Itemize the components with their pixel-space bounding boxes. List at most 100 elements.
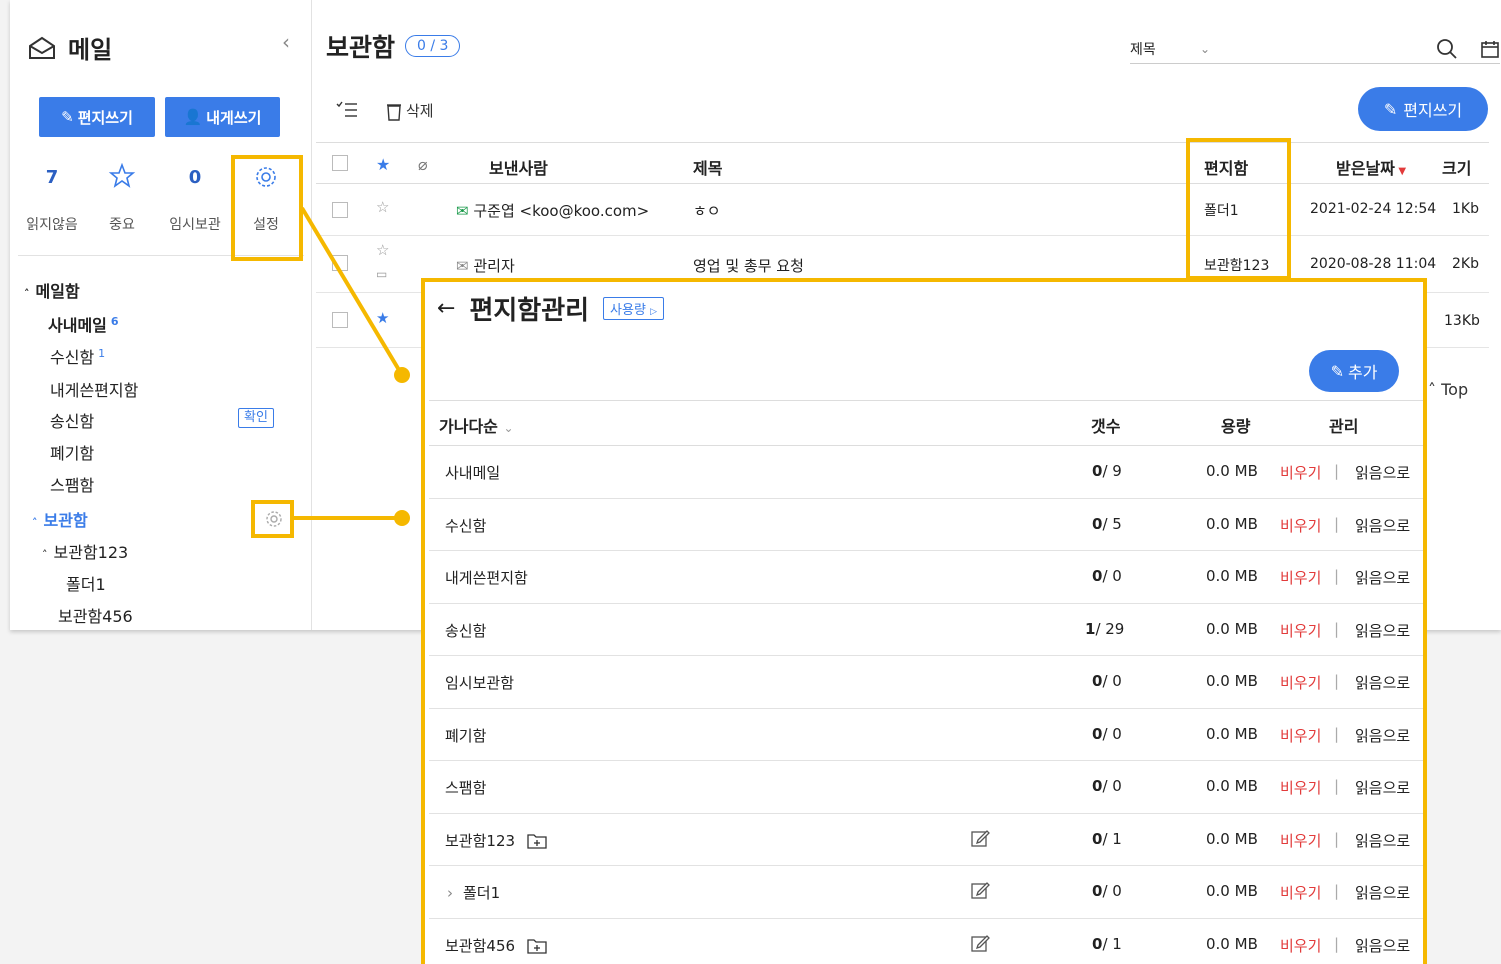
mark-read-link[interactable]: 읽음으로	[1355, 620, 1410, 641]
empty-folder-link[interactable]: 비우기	[1280, 567, 1321, 588]
folder-row[interactable]: 폐기함 0/ 0 0.0 MB 비우기 | 읽음으로	[429, 709, 1423, 761]
folder-name[interactable]: 폐기함	[445, 725, 486, 746]
scroll-top-link[interactable]: ˄ Top	[1428, 380, 1468, 399]
folder-row[interactable]: 송신함 1/ 29 0.0 MB 비우기 | 읽음으로	[429, 604, 1423, 656]
folder-row[interactable]: 보관함456 0/ 1 0.0 MB 비우기 | 읽음으로	[429, 919, 1423, 964]
folder-name[interactable]: 송신함	[445, 620, 486, 641]
mark-read-link[interactable]: 읽음으로	[1355, 462, 1410, 483]
folder-row[interactable]: › 폴더1 0/ 0 0.0 MB 비우기 | 읽음으로	[429, 866, 1423, 919]
sidebar-item-sent[interactable]: 송신함	[50, 408, 94, 432]
sidebar-item-trash[interactable]: 폐기함	[50, 440, 94, 464]
mark-read-link[interactable]: 읽음으로	[1355, 515, 1410, 536]
separator: |	[1334, 672, 1340, 690]
empty-folder-link[interactable]: 비우기	[1280, 620, 1321, 641]
add-subfolder-icon[interactable]	[526, 937, 548, 955]
empty-folder-link[interactable]: 비우기	[1280, 882, 1321, 903]
search-field-select[interactable]: 제목	[1130, 39, 1200, 59]
empty-folder-link[interactable]: 비우기	[1280, 830, 1321, 851]
storage-section-header[interactable]: ˄ 보관함	[32, 507, 88, 531]
mail-table-header: ★ ⌀ 보낸사람 제목 편지함 받은날짜 ▼ 크기	[316, 142, 1489, 184]
select-all-checkbox[interactable]	[332, 155, 348, 171]
mark-read-link[interactable]: 읽음으로	[1355, 672, 1410, 693]
sidebar-item-folder1[interactable]: 폴더1	[66, 571, 106, 595]
folder-name[interactable]: 수신함	[445, 515, 486, 536]
row-sender[interactable]: ✉ 구준엽 <koo@koo.com>	[456, 200, 649, 221]
delete-button[interactable]: 삭제	[386, 100, 434, 121]
select-list-icon[interactable]	[336, 100, 358, 120]
folder-row[interactable]: 내게쓴편지함 0/ 0 0.0 MB 비우기 | 읽음으로	[429, 551, 1423, 604]
chevron-right-icon[interactable]: ›	[447, 884, 453, 902]
star-icon[interactable]	[92, 163, 152, 189]
folder-row[interactable]: 수신함 0/ 5 0.0 MB 비우기 | 읽음으로	[429, 499, 1423, 551]
edit-icon[interactable]	[970, 828, 990, 848]
folder-row[interactable]: 스팸함 0/ 0 0.0 MB 비우기 | 읽음으로	[429, 761, 1423, 814]
sidebar-title-label: 메일	[68, 36, 113, 64]
col-subject[interactable]: 제목	[693, 155, 722, 179]
compose-button[interactable]: ✎ 편지쓰기	[39, 97, 155, 137]
confirm-badge[interactable]: 확인	[238, 408, 274, 428]
compose-button-content[interactable]: ✎ 편지쓰기	[1358, 87, 1488, 131]
mark-read-link[interactable]: 읽음으로	[1355, 777, 1410, 798]
empty-folder-link[interactable]: 비우기	[1280, 672, 1321, 693]
mailbox-section-header[interactable]: ˄ 메일함	[24, 278, 80, 302]
calendar-icon[interactable]	[1480, 39, 1500, 59]
empty-folder-link[interactable]: 비우기	[1280, 515, 1321, 536]
folder-name[interactable]: 스팸함	[445, 777, 486, 798]
unread-count-badge: 1	[98, 346, 106, 360]
search-bar[interactable]: 제목 ⌄	[1130, 34, 1500, 64]
folder-name[interactable]: 보관함123	[445, 830, 548, 851]
folder-name[interactable]: 내게쓴편지함	[445, 567, 528, 588]
draft-count[interactable]: 0	[165, 167, 225, 188]
panel-title: 편지함관리	[469, 296, 590, 326]
folder-row[interactable]: 보관함123 0/ 1 0.0 MB 비우기 | 읽음으로	[429, 814, 1423, 866]
sidebar-item-storage-456[interactable]: 보관함456	[58, 603, 133, 627]
attachment-icon[interactable]: ⌀	[418, 155, 428, 174]
folder-size: 0.0 MB	[1206, 829, 1258, 848]
edit-icon[interactable]	[970, 880, 990, 900]
mark-read-link[interactable]: 읽음으로	[1355, 830, 1410, 851]
chevron-up-icon: ˄	[32, 516, 38, 529]
mark-read-link[interactable]: 읽음으로	[1355, 935, 1410, 956]
sidebar-item-inbox[interactable]: 수신함 1	[50, 344, 105, 368]
col-capacity: 용량	[1221, 417, 1251, 436]
folder-name[interactable]: 임시보관함	[445, 672, 514, 693]
mark-read-link[interactable]: 읽음으로	[1355, 882, 1410, 903]
add-folder-button[interactable]: ✎ 추가	[1309, 350, 1399, 392]
star-column-icon[interactable]: ★	[376, 155, 390, 174]
self-compose-button[interactable]: 👤 내게쓰기	[165, 97, 280, 137]
row-subject[interactable]: 영업 및 총무 요청	[693, 255, 804, 276]
sidebar-item-spam[interactable]: 스팸함	[50, 472, 94, 496]
folder-row[interactable]: 사내메일 0/ 9 0.0 MB 비우기 | 읽음으로	[429, 446, 1423, 499]
separator: |	[1334, 724, 1340, 743]
col-size[interactable]: 크기	[1442, 155, 1471, 179]
sidebar-item-company-mail[interactable]: 사내메일 6	[48, 312, 119, 336]
unread-count[interactable]: 7	[22, 167, 82, 188]
folder-count: 0/ 9	[1092, 462, 1122, 480]
row-sender[interactable]: ✉ 관리자	[456, 255, 515, 276]
mark-read-link[interactable]: 읽음으로	[1355, 725, 1410, 746]
row-subject[interactable]: ㅎㅇ	[693, 200, 721, 221]
edit-icon[interactable]	[970, 933, 990, 953]
back-arrow-icon[interactable]: ←	[437, 296, 455, 321]
folder-column-highlight-box	[1186, 138, 1291, 280]
empty-folder-link[interactable]: 비우기	[1280, 935, 1321, 956]
folder-name[interactable]: 보관함456	[445, 935, 548, 956]
sort-select[interactable]: 가나다순 ⌄	[439, 413, 514, 437]
empty-folder-link[interactable]: 비우기	[1280, 777, 1321, 798]
sidebar-item-self-sent[interactable]: 내게쓴편지함	[50, 377, 138, 401]
collapse-sidebar-icon[interactable]: ‹	[282, 30, 290, 54]
search-icon[interactable]	[1436, 38, 1458, 60]
table-row[interactable]: ☆ ✉ 구준엽 <koo@koo.com> ㅎㅇ 폴더1 2021-02-24 …	[316, 184, 1489, 236]
col-sender[interactable]: 보낸사람	[489, 155, 548, 179]
chevron-down-icon[interactable]: ⌄	[1200, 42, 1210, 56]
folder-row[interactable]: 임시보관함 0/ 0 0.0 MB 비우기 | 읽음으로	[429, 656, 1423, 709]
folder-name[interactable]: 사내메일	[445, 462, 500, 483]
mark-read-link[interactable]: 읽음으로	[1355, 567, 1410, 588]
empty-folder-link[interactable]: 비우기	[1280, 462, 1321, 483]
folder-name[interactable]: › 폴더1	[447, 882, 500, 903]
empty-folder-link[interactable]: 비우기	[1280, 725, 1321, 746]
add-subfolder-icon[interactable]	[526, 832, 548, 850]
usage-button[interactable]: 사용량 ▷	[603, 297, 664, 320]
sidebar-item-storage-123[interactable]: ˄ 보관함123	[42, 539, 128, 563]
col-date[interactable]: 받은날짜 ▼	[1336, 155, 1406, 179]
